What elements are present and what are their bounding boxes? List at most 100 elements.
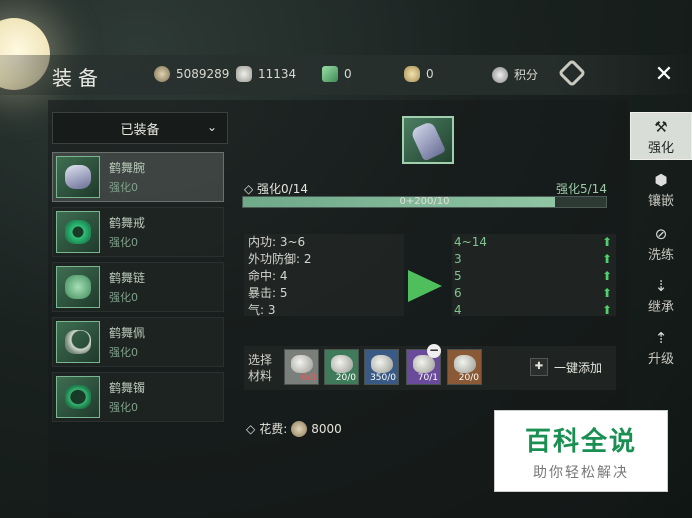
stat-after-value: 6: [454, 286, 462, 300]
jade-value: 0: [344, 67, 352, 81]
tab-upgrade[interactable]: ⇡ 升级: [630, 330, 692, 367]
silver-value: 11134: [258, 67, 297, 81]
arrow-up-icon: ⬆: [601, 269, 612, 283]
currency-coin: 5089289: [154, 66, 229, 82]
material-count: 70/1: [417, 373, 438, 383]
equipment-thumbnail: [56, 321, 100, 363]
tab-enhance[interactable]: ⚒ 强化: [630, 112, 692, 160]
remove-material-button[interactable]: −: [427, 344, 441, 358]
stat-after-row: 4~14 ⬆: [452, 234, 616, 251]
tab-refine[interactable]: ⊘ 洗练: [630, 226, 692, 263]
coin-icon: [291, 420, 308, 437]
enhance-current: ◇ 强化0/14: [244, 182, 308, 196]
currency-jade: 0: [322, 66, 352, 82]
jade-icon: [322, 66, 338, 82]
watermark-logo: 百科全说 助你轻松解决: [494, 410, 668, 492]
equipment-level: 强化0: [109, 291, 138, 304]
ring-icon: [65, 220, 91, 244]
bracelet-icon: [65, 385, 91, 409]
stat-before-row: 内功: 3~6: [248, 235, 306, 249]
stat-after-row: 5 ⬆: [452, 268, 616, 285]
equipment-thumbnail: [56, 156, 100, 198]
tab-label: 镶嵌: [647, 194, 674, 209]
watermark-subtitle: 助你轻松解决: [533, 465, 629, 481]
equipment-item-bracelet[interactable]: 鹤舞镯 强化0: [52, 372, 224, 422]
stat-after-value: 5: [454, 269, 462, 283]
equipment-item-chain[interactable]: 鹤舞链 强化0: [52, 262, 224, 312]
enhance-progress-bar: 0+200/10: [242, 196, 607, 208]
watermark-title: 百科全说: [524, 427, 637, 457]
currency-ingot: 0: [404, 66, 434, 82]
stat-before-row: 暴击: 5: [248, 286, 288, 300]
material-count: 0/0: [301, 373, 316, 383]
material-slot[interactable]: 20/0: [447, 349, 482, 385]
stat-before-row: 命中: 4: [248, 269, 288, 283]
stats-before-panel: 内功: 3~6 外功防御: 2 命中: 4 暴击: 5 气: 3: [244, 234, 404, 317]
stat-after-row: 4 ⬆: [452, 302, 616, 319]
stat-after-row: 6 ⬆: [452, 285, 616, 302]
coin-icon: [154, 66, 170, 82]
ore-icon: [371, 355, 393, 373]
material-slot[interactable]: 350/0: [364, 349, 399, 385]
ore-icon: [454, 355, 476, 373]
materials-label: 选择材料: [248, 353, 273, 383]
material-slot[interactable]: 0/0: [284, 349, 319, 385]
equipment-thumbnail: [56, 211, 100, 253]
equipment-item-pendant[interactable]: 鹤舞佩 强化0: [52, 317, 224, 367]
ore-icon: [291, 355, 313, 373]
page-title: 装备: [52, 66, 104, 90]
tab-label: 升级: [647, 352, 674, 367]
tab-inlay[interactable]: ⬢ 镶嵌: [630, 172, 692, 209]
equipment-item-ring[interactable]: 鹤舞戒 强化0: [52, 207, 224, 257]
equipment-level: 强化0: [109, 181, 138, 194]
pendant-icon: [65, 330, 91, 354]
hammer-icon: ⚒: [654, 118, 668, 136]
close-button[interactable]: ✕: [652, 63, 676, 87]
stat-after-value: 4~14: [454, 235, 487, 249]
tab-label: 继承: [647, 300, 674, 315]
material-count: 350/0: [370, 373, 396, 383]
bracer-icon: [409, 120, 447, 162]
arrow-up-icon: ⬆: [601, 303, 612, 317]
one-click-add-label: 一键添加: [554, 360, 603, 375]
coin-value: 5089289: [176, 67, 230, 81]
arrow-up-icon: ⬆: [601, 235, 612, 249]
stats-after-panel: 4~14 ⬆ 3 ⬆ 5 ⬆ 6 ⬆ 4 ⬆: [452, 234, 616, 319]
stat-after-value: 3: [454, 252, 462, 266]
progress-text: 0+200/10: [399, 196, 450, 207]
tab-label: 洗练: [647, 248, 674, 263]
silver-icon: [236, 66, 252, 82]
enhance-current-text: 强化0/14: [257, 182, 308, 196]
points-label: 积分: [514, 68, 539, 82]
tab-inherit[interactable]: ⇣ 继承: [630, 278, 692, 315]
cost-display: ◇ 花费: 8000: [246, 420, 342, 437]
dropdown-label: 已装备: [120, 122, 160, 138]
ingot-value: 0: [426, 67, 434, 81]
equipment-thumbnail: [56, 266, 100, 308]
material-count: 20/0: [335, 373, 356, 383]
tab-label: 强化: [647, 141, 674, 156]
add-icon: ✚: [530, 358, 548, 376]
cost-value: 8000: [311, 421, 342, 436]
equipment-level: 强化0: [109, 236, 138, 249]
equipment-name: 鹤舞腕: [109, 161, 146, 175]
arrow-up-icon: ⬆: [601, 252, 612, 266]
cost-label: 花费:: [259, 422, 288, 436]
stat-before-row: 气: 3: [248, 303, 276, 317]
material-slot[interactable]: 20/0: [324, 349, 359, 385]
material-count: 20/0: [458, 373, 479, 383]
arrow-right-icon: [408, 270, 442, 302]
equipment-name: 鹤舞链: [109, 271, 146, 285]
equipment-name: 鹤舞戒: [109, 216, 146, 230]
gem-icon: ⬢: [654, 171, 668, 189]
currency-points[interactable]: 积分: [492, 66, 538, 83]
currency-silver: 11134: [236, 66, 296, 82]
equipped-filter-dropdown[interactable]: 已装备 ⌄: [52, 112, 228, 144]
ore-icon: [331, 355, 353, 373]
refine-icon: ⊘: [654, 225, 668, 243]
equipment-name: 鹤舞镯: [109, 381, 146, 395]
equipment-item-wrist[interactable]: 鹤舞腕 强化0: [52, 152, 224, 202]
one-click-add-button[interactable]: ✚ 一键添加: [530, 358, 602, 376]
equipment-list: 鹤舞腕 强化0 鹤舞戒 强化0 鹤舞链 强化0 鹤舞佩 强化0 鹤舞镯 强化0: [52, 152, 226, 442]
equipment-thumbnail: [56, 376, 100, 418]
